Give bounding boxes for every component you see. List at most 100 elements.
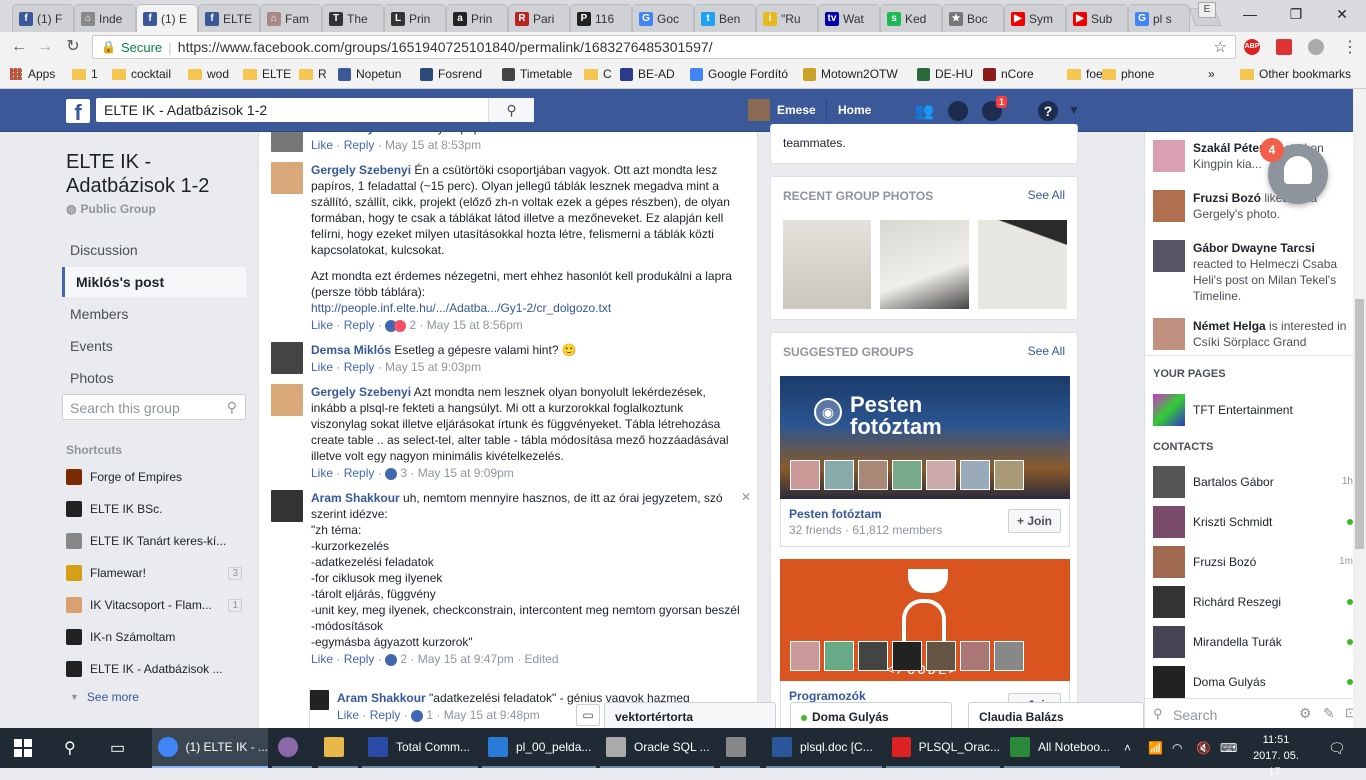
shortcut-item[interactable]: Forge of Empires [66, 469, 246, 485]
reload-icon[interactable]: ↻ [64, 38, 82, 56]
commenter-name[interactable]: Aram Shakkour [337, 691, 426, 705]
extension-icon[interactable] [1276, 39, 1292, 55]
reaction-count[interactable]: 2 [400, 652, 407, 666]
bookmark-item[interactable]: DE-HU [917, 67, 973, 81]
tray-chevron-icon[interactable]: ˄ [1124, 728, 1131, 768]
shortcut-item[interactable]: ELTE IK BSc. [66, 501, 246, 517]
commenter-avatar[interactable] [309, 690, 329, 710]
comment-timestamp[interactable]: May 15 at 8:56pm [427, 318, 523, 332]
shortcut-item[interactable]: ELTE IK - Adatbázisok ... [66, 661, 246, 677]
browser-tab[interactable]: i "Ru [756, 4, 818, 32]
browser-tab[interactable]: T The [322, 4, 384, 32]
new-message-icon[interactable]: ✎ [1323, 705, 1335, 722]
bookmark-item[interactable]: Apps [10, 67, 55, 81]
like-link[interactable]: Like [311, 466, 333, 480]
url-bar[interactable]: 🔒 Secure | https://www.facebook.com/grou… [92, 35, 1236, 59]
browser-tab[interactable]: ★ Boc [942, 4, 1004, 32]
suggested-group-name[interactable]: Programozók [789, 689, 866, 703]
windows-start-icon[interactable] [14, 728, 32, 768]
contacts-search[interactable]: ⚲ Search ⚙ ✎ ⊡ [1145, 698, 1366, 728]
browser-tab[interactable]: ⌂ Inde [74, 4, 136, 32]
close-window-button[interactable]: ✕ [1320, 0, 1364, 28]
contact-item[interactable]: Richárd Reszegi [1153, 586, 1353, 618]
commenter-avatar[interactable] [271, 490, 303, 522]
minimize-button[interactable]: — [1228, 0, 1272, 28]
contact-item[interactable]: Fruzsi Bozó 1m [1153, 546, 1353, 578]
taskbar-app[interactable]: (1) ELTE IK - ... [152, 728, 268, 768]
volume-icon[interactable]: 🔇 [1196, 728, 1211, 768]
bookmark-folder[interactable]: wod [188, 67, 229, 81]
shortcut-item[interactable]: IK-n Számoltam [66, 629, 246, 645]
browser-tab[interactable]: R Pari [508, 4, 570, 32]
browser-tab[interactable]: ⌂ Fam [260, 4, 322, 32]
bookmark-item[interactable]: Timetable [502, 67, 572, 81]
bookmark-item[interactable]: Motown2OTW [803, 67, 898, 81]
shortcut-item[interactable]: IK Vitacsoport - Flam... 1 [66, 597, 246, 613]
task-view-icon[interactable]: ▭ [110, 728, 125, 768]
reply-link[interactable]: Reply [344, 318, 375, 332]
comment-timestamp[interactable]: May 15 at 9:47pm [418, 652, 514, 666]
browser-tab[interactable]: a Prin [446, 4, 508, 32]
suggested-group-name[interactable]: Pesten fotóztam [789, 507, 882, 521]
group-nav-item[interactable]: Discussion [62, 235, 246, 265]
reply-link[interactable]: Reply [370, 708, 401, 722]
help-icon[interactable]: ? [1038, 101, 1058, 121]
reaction-count[interactable]: 3 [400, 466, 407, 480]
contact-item[interactable]: Bartalos Gábor 1h [1153, 466, 1353, 498]
like-link[interactable]: Like [311, 318, 333, 332]
bookmark-item[interactable]: Google Fordító [690, 67, 788, 81]
suggested-see-all-link[interactable]: See All [1028, 344, 1065, 358]
gear-icon[interactable]: ⚙ [1299, 705, 1312, 722]
group-nav-item[interactable]: Members [62, 299, 246, 329]
bookmark-folder[interactable]: foe [1067, 67, 1103, 81]
reaction-count[interactable]: 2 [409, 318, 416, 332]
network-icon[interactable]: 📶 [1148, 728, 1163, 768]
browser-tab[interactable]: t Ben [694, 4, 756, 32]
taskbar-app[interactable] [720, 728, 760, 768]
taskbar-app[interactable] [318, 728, 358, 768]
wifi-icon[interactable]: ◠ [1172, 728, 1182, 768]
bookmark-folder[interactable]: C [584, 67, 612, 81]
commenter-name[interactable]: Doma Gulyás [311, 132, 388, 135]
adblock-icon[interactable]: ABP [1244, 39, 1260, 55]
photos-see-all-link[interactable]: See All [1028, 188, 1065, 202]
bookmark-item[interactable]: BE-AD [620, 67, 675, 81]
group-nav-item[interactable]: Miklós's post [62, 267, 246, 297]
reply-link[interactable]: Reply [344, 138, 375, 152]
chat-compose-icon[interactable]: ▭ [576, 704, 600, 726]
menu-icon[interactable]: ⋮ [1342, 37, 1358, 57]
comment-timestamp[interactable]: May 15 at 9:48pm [444, 708, 540, 722]
shortcut-item[interactable]: ELTE IK Tanárt keres-kí... [66, 533, 246, 549]
search-icon[interactable]: ⚲ [488, 98, 534, 122]
user-badge[interactable]: E [1198, 2, 1216, 18]
commenter-avatar[interactable] [271, 384, 303, 416]
comment-timestamp[interactable]: May 15 at 9:03pm [385, 360, 481, 374]
page-item[interactable]: TFT Entertainment [1153, 394, 1353, 426]
taskbar-app[interactable]: PLSQL_Orac... [886, 728, 1000, 768]
browser-tab[interactable]: ▶ Sub [1066, 4, 1128, 32]
scrollbar[interactable] [1353, 89, 1366, 728]
chat-tab[interactable]: Claudia Balázs [968, 702, 1144, 728]
taskbar-app[interactable]: Total Comm... [362, 728, 478, 768]
notification-bubble[interactable]: 4 [1260, 138, 1328, 204]
taskbar-app[interactable]: pl_00_pelda... [482, 728, 596, 768]
bookmark-folder[interactable]: cocktail [112, 67, 171, 81]
commenter-avatar[interactable] [271, 342, 303, 374]
profile-link[interactable]: Emese [777, 103, 816, 117]
browser-tab[interactable]: s Ked [880, 4, 942, 32]
action-center-icon[interactable]: 🗨 [1328, 728, 1346, 768]
photo-thumbnail[interactable] [978, 220, 1067, 309]
reply-link[interactable]: Reply [344, 652, 375, 666]
bookmark-folder[interactable]: ELTE [243, 67, 291, 81]
star-icon[interactable]: ☆ [1214, 38, 1227, 56]
bookmark-item[interactable]: Fosrend [420, 67, 482, 81]
taskbar-app[interactable] [272, 728, 312, 768]
facebook-logo-icon[interactable]: f [66, 99, 90, 125]
see-more-link[interactable]: ▼ See more [70, 690, 139, 704]
browser-tab[interactable]: ▶ Sym [1004, 4, 1066, 32]
commenter-name[interactable]: Aram Shakkour [311, 491, 400, 505]
clock[interactable]: 11:51 2017. 05. 17. [1244, 732, 1308, 780]
comment-link[interactable]: http://people.inf.elte.hu/.../Adatba.../… [311, 300, 741, 316]
bookmarks-overflow-icon[interactable]: » [1208, 67, 1215, 81]
facebook-search-input[interactable]: ELTE IK - Adatbázisok 1-2 ⚲ [96, 98, 534, 122]
